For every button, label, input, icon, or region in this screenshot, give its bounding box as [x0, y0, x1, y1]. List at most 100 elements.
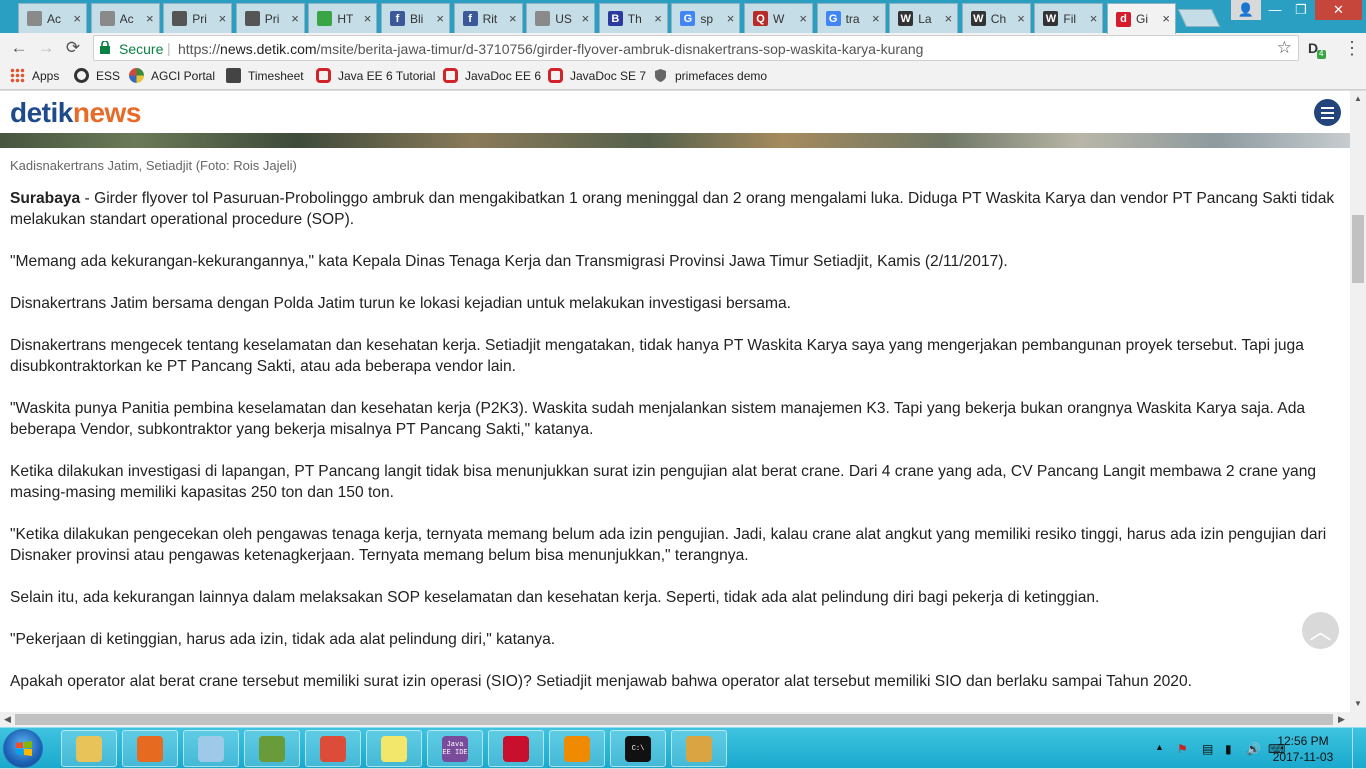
article-photo: [0, 133, 1350, 148]
close-tab-icon[interactable]: ×: [219, 11, 227, 26]
show-hidden-icons-button[interactable]: ▲: [1155, 742, 1164, 752]
browser-tab[interactable]: B Th ×: [598, 3, 668, 33]
browser-tab[interactable]: Ac ×: [18, 3, 87, 33]
taskbar-app-button[interactable]: [305, 730, 361, 767]
close-tab-icon[interactable]: ×: [291, 11, 299, 26]
close-tab-icon[interactable]: ×: [509, 11, 517, 26]
browser-tab[interactable]: Q W ×: [744, 3, 813, 33]
hamburger-menu-icon[interactable]: [1314, 99, 1341, 126]
browser-tab-strip: Ac × Ac × Pri × Pri × HT × f Bli × f Rit × US × B Th × Gsp × Q W…: [0, 0, 1366, 34]
reload-button[interactable]: ⟳: [62, 37, 84, 59]
extension-icon[interactable]: D 4: [1306, 39, 1326, 59]
taskbar-app-button[interactable]: [183, 730, 239, 767]
new-tab-button[interactable]: [1177, 9, 1221, 27]
close-tab-icon[interactable]: ×: [1162, 11, 1170, 26]
browser-tab[interactable]: Pri ×: [163, 3, 233, 33]
wikipedia-icon: W: [898, 11, 914, 26]
vertical-scrollbar[interactable]: ▲ ▼: [1350, 91, 1366, 712]
minimize-button[interactable]: —: [1262, 0, 1288, 20]
bookmark-primefaces-demo[interactable]: primefaces demo: [653, 68, 767, 83]
browser-tab[interactable]: HT ×: [308, 3, 378, 33]
scroll-down-arrow-icon[interactable]: ▼: [1354, 699, 1362, 708]
browser-tab[interactable]: f Bli ×: [381, 3, 450, 33]
detiknews-logo[interactable]: detiknews: [10, 97, 141, 129]
browser-menu-icon[interactable]: ⋮: [1343, 38, 1361, 59]
horizontal-scroll-thumb[interactable]: [15, 714, 1333, 725]
extension-badge: 4: [1319, 49, 1324, 58]
scroll-right-arrow-icon[interactable]: ▶: [1338, 714, 1345, 725]
close-tab-icon[interactable]: ×: [436, 11, 444, 26]
battery-icon[interactable]: ▮: [1225, 742, 1232, 756]
google-icon: G: [825, 11, 841, 26]
close-tab-icon[interactable]: ×: [582, 11, 590, 26]
close-tab-icon[interactable]: ×: [727, 11, 735, 26]
start-button[interactable]: [3, 729, 43, 768]
close-tab-icon[interactable]: ×: [364, 11, 372, 26]
url-scheme: https://: [178, 41, 221, 57]
close-tab-icon[interactable]: ×: [799, 11, 807, 26]
address-bar[interactable]: Secure | https://news.detik.com/msite/be…: [93, 35, 1299, 61]
browser-tab[interactable]: W La ×: [889, 3, 959, 33]
apps-grid-icon: [10, 68, 25, 83]
bookmark-java-ee-6-tutorial[interactable]: Java EE 6 Tutorial: [316, 68, 435, 83]
article-paragraph: Disnakertrans Jatim bersama dengan Polda…: [10, 295, 791, 312]
close-window-button[interactable]: ✕: [1315, 0, 1362, 20]
browser-tab[interactable]: d Gi ×: [1107, 3, 1176, 34]
restore-button[interactable]: ❐: [1288, 0, 1314, 20]
bookmark-agci-portal[interactable]: AGCI Portal: [129, 68, 215, 83]
bookmark-javadoc-ee-6[interactable]: JavaDoc EE 6: [443, 68, 541, 83]
bookmark-apps[interactable]: Apps: [10, 68, 59, 83]
network-icon[interactable]: ▤: [1202, 742, 1213, 756]
taskbar-app-button[interactable]: [549, 730, 605, 767]
taskbar-app-button[interactable]: [61, 730, 117, 767]
taskbar-app-button[interactable]: [671, 730, 727, 767]
taskbar-app-button[interactable]: Java EE IDE: [427, 730, 483, 767]
bookmark-timesheet[interactable]: Timesheet: [226, 68, 304, 83]
show-desktop-button[interactable]: [1352, 728, 1366, 769]
oracle-icon: [548, 68, 563, 83]
chart-app-icon: [259, 735, 285, 762]
scroll-left-arrow-icon[interactable]: ◀: [4, 714, 11, 725]
horizontal-scrollbar[interactable]: ◀ ▶: [0, 712, 1350, 727]
bookmark-star-icon[interactable]: ☆: [1277, 38, 1292, 58]
firefox-icon: [137, 735, 163, 762]
detik-icon: d: [1116, 11, 1131, 27]
taskbar-app-button[interactable]: [244, 730, 300, 767]
close-tab-icon[interactable]: ×: [1017, 11, 1025, 26]
close-tab-icon[interactable]: ×: [872, 11, 880, 26]
bookmark-ess[interactable]: ESS: [74, 68, 120, 83]
browser-tab[interactable]: US ×: [526, 3, 596, 33]
browser-tab[interactable]: Gsp ×: [671, 3, 741, 33]
vertical-scroll-thumb[interactable]: [1352, 215, 1364, 283]
logo-detik: detik: [10, 97, 73, 128]
taskbar-app-button[interactable]: [488, 730, 544, 767]
page-icon: [27, 11, 42, 26]
browser-tab[interactable]: W Ch ×: [961, 3, 1031, 33]
close-tab-icon[interactable]: ×: [73, 11, 81, 26]
back-button[interactable]: ←: [8, 37, 30, 59]
browser-toolbar: ← → ⟳ Secure | https://news.detik.com/ms…: [0, 33, 1366, 63]
close-tab-icon[interactable]: ×: [1090, 11, 1098, 26]
tab-title: US: [555, 11, 572, 26]
taskbar-app-button[interactable]: [366, 730, 422, 767]
system-clock[interactable]: 12:56 PM 2017-11-03: [1268, 733, 1338, 765]
browser-tab[interactable]: Ac ×: [90, 3, 160, 33]
forward-button[interactable]: →: [35, 37, 57, 59]
browser-tab[interactable]: Gtra ×: [816, 3, 886, 33]
browser-tab[interactable]: f Rit ×: [453, 3, 523, 33]
scroll-up-arrow-icon[interactable]: ▲: [1354, 94, 1362, 103]
scroll-to-top-button[interactable]: ︿: [1302, 612, 1339, 649]
explorer-icon: [76, 735, 102, 762]
taskbar-app-button[interactable]: [122, 730, 178, 767]
taskbar-app-button[interactable]: C:\: [610, 730, 666, 767]
browser-tab[interactable]: Pri ×: [235, 3, 305, 33]
close-tab-icon[interactable]: ×: [146, 11, 154, 26]
browser-tab[interactable]: W Fil ×: [1034, 3, 1104, 33]
user-profile-icon[interactable]: 👤: [1231, 0, 1261, 20]
close-tab-icon[interactable]: ×: [654, 11, 662, 26]
close-tab-icon[interactable]: ×: [945, 11, 953, 26]
facebook-icon: f: [390, 11, 405, 26]
volume-icon[interactable]: 🔊: [1246, 742, 1261, 756]
bookmark-javadoc-se-7[interactable]: JavaDoc SE 7: [548, 68, 646, 83]
action-center-flag-icon[interactable]: ⚑: [1177, 742, 1188, 756]
